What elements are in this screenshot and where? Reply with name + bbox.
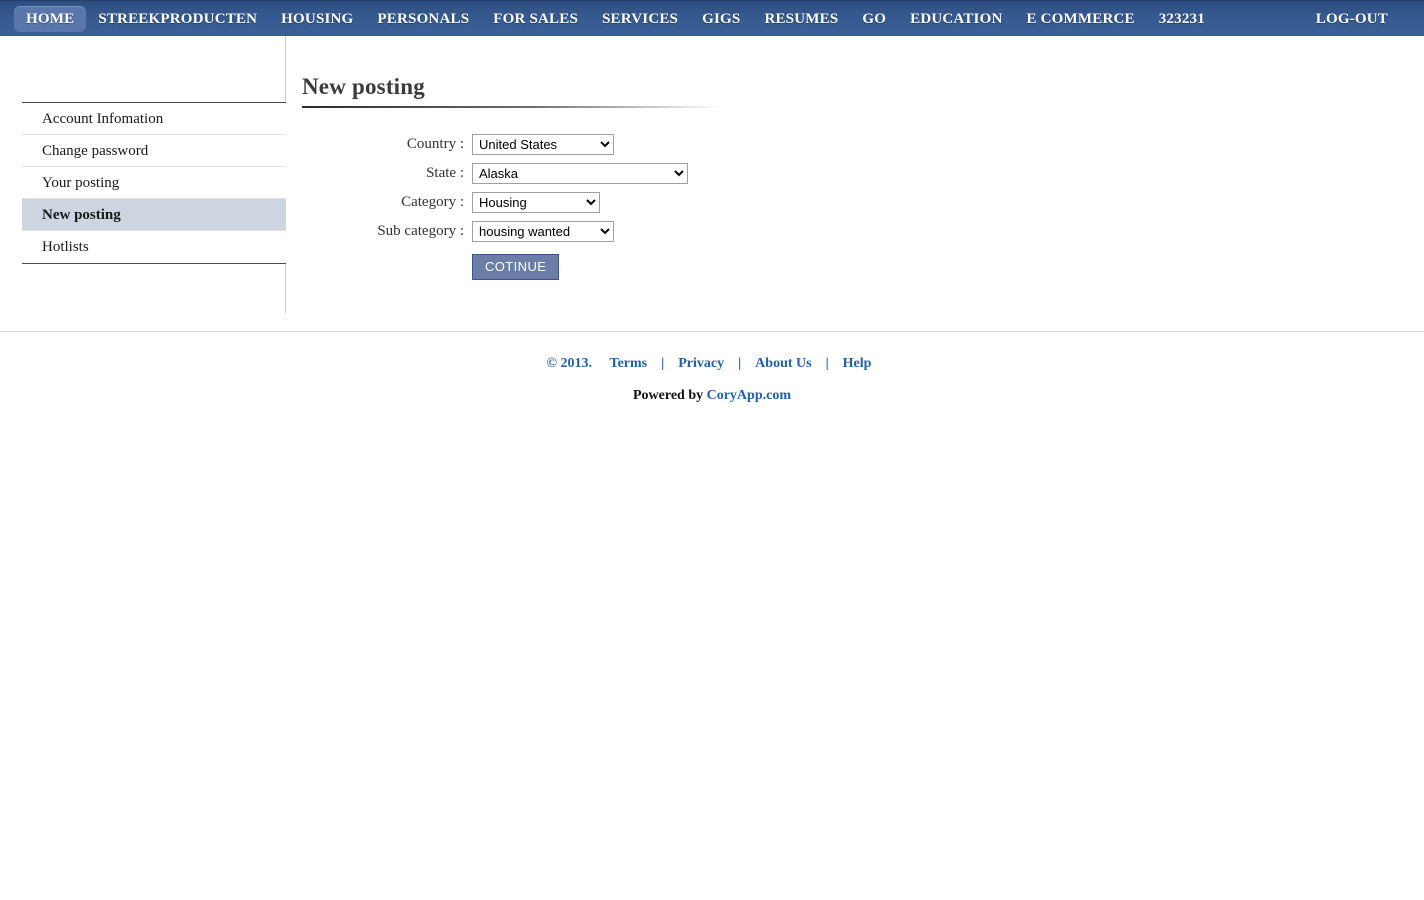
footer-separator: | bbox=[818, 356, 837, 371]
footer-copyright: © 2013. bbox=[547, 356, 600, 371]
state-select[interactable]: Alaska bbox=[472, 163, 688, 184]
footer-link-terms[interactable]: Terms bbox=[604, 356, 654, 371]
footer-links-row: © 2013. Terms|Privacy|About Us|Help bbox=[0, 356, 1424, 372]
continue-button[interactable]: COTINUE bbox=[472, 254, 559, 280]
nav-item-e-commerce[interactable]: E COMMERCE bbox=[1014, 6, 1146, 32]
label-sub-category: Sub category : bbox=[302, 217, 472, 246]
form-row-category: Category :Housing bbox=[302, 188, 688, 217]
form-row-country: Country :United States bbox=[302, 130, 688, 159]
nav-right-group: LOG-OUT bbox=[1304, 6, 1400, 32]
nav-item-housing[interactable]: HOUSING bbox=[269, 6, 365, 32]
nav-item-go[interactable]: GO bbox=[850, 6, 898, 32]
nav-item-resumes[interactable]: RESUMES bbox=[752, 6, 850, 32]
nav-item-services[interactable]: SERVICES bbox=[590, 6, 690, 32]
title-underline-rule bbox=[302, 106, 722, 108]
category-select[interactable]: Housing bbox=[472, 192, 600, 213]
sidebar-item-change-password[interactable]: Change password bbox=[22, 135, 286, 167]
label-category: Category : bbox=[302, 188, 472, 217]
label-state: State : bbox=[302, 159, 472, 188]
footer-link-about-us[interactable]: About Us bbox=[749, 356, 817, 371]
nav-item-education[interactable]: EDUCATION bbox=[898, 6, 1014, 32]
nav-item-personals[interactable]: PERSONALS bbox=[365, 6, 481, 32]
country-select[interactable]: United States bbox=[472, 134, 614, 155]
form-row-state: State :Alaska bbox=[302, 159, 688, 188]
footer-link-privacy[interactable]: Privacy bbox=[672, 356, 730, 371]
nav-left-group: HOMESTREEKPRODUCTENHOUSINGPERSONALSFOR S… bbox=[14, 6, 1217, 32]
sidebar-item-your-posting[interactable]: Your posting bbox=[22, 167, 286, 199]
nav-item-gigs[interactable]: GIGS bbox=[690, 6, 752, 32]
sub-category-select[interactable]: housing wanted bbox=[472, 221, 614, 242]
sidebar-item-hotlists[interactable]: Hotlists bbox=[22, 231, 286, 263]
nav-item-home[interactable]: HOME bbox=[14, 6, 86, 32]
field-cell-sub-category: housing wanted bbox=[472, 217, 688, 246]
footer-powered-by: Powered by CoryApp.com bbox=[0, 388, 1424, 404]
footer-separator: | bbox=[730, 356, 749, 371]
nav-item-log-out[interactable]: LOG-OUT bbox=[1304, 6, 1400, 32]
sidebar: Account InfomationChange passwordYour po… bbox=[0, 36, 286, 313]
nav-item-for-sales[interactable]: FOR SALES bbox=[481, 6, 590, 32]
sidebar-menu-list: Account InfomationChange passwordYour po… bbox=[22, 102, 286, 264]
coryapp-link[interactable]: CoryApp.com bbox=[707, 388, 791, 403]
footer-link-help[interactable]: Help bbox=[837, 356, 878, 371]
footer-separator: | bbox=[653, 356, 672, 371]
submit-cell: COTINUE bbox=[472, 246, 688, 284]
powered-by-label: Powered by bbox=[633, 388, 707, 403]
content-wrapper: Account InfomationChange passwordYour po… bbox=[0, 36, 1424, 313]
top-navigation-bar: HOMESTREEKPRODUCTENHOUSINGPERSONALSFOR S… bbox=[0, 0, 1424, 36]
label-country: Country : bbox=[302, 130, 472, 159]
footer: © 2013. Terms|Privacy|About Us|Help Powe… bbox=[0, 332, 1424, 404]
form-row-sub-category: Sub category :housing wanted bbox=[302, 217, 688, 246]
page-container: Account InfomationChange passwordYour po… bbox=[0, 36, 1424, 404]
nav-item-323231[interactable]: 323231 bbox=[1147, 6, 1217, 32]
sidebar-item-account-infomation[interactable]: Account Infomation bbox=[22, 103, 286, 135]
field-cell-category: Housing bbox=[472, 188, 688, 217]
field-cell-country: United States bbox=[472, 130, 688, 159]
main-panel: New posting Country :United StatesState … bbox=[286, 36, 1424, 313]
new-posting-form: Country :United StatesState :AlaskaCateg… bbox=[302, 130, 688, 284]
sidebar-item-new-posting[interactable]: New posting bbox=[22, 199, 286, 231]
form-row-submit: COTINUE bbox=[302, 246, 688, 284]
nav-item-streekproducten[interactable]: STREEKPRODUCTEN bbox=[86, 6, 269, 32]
form-rows: Country :United StatesState :AlaskaCateg… bbox=[302, 130, 688, 284]
page-title: New posting bbox=[302, 74, 1424, 106]
submit-spacer bbox=[302, 246, 472, 284]
field-cell-state: Alaska bbox=[472, 159, 688, 188]
